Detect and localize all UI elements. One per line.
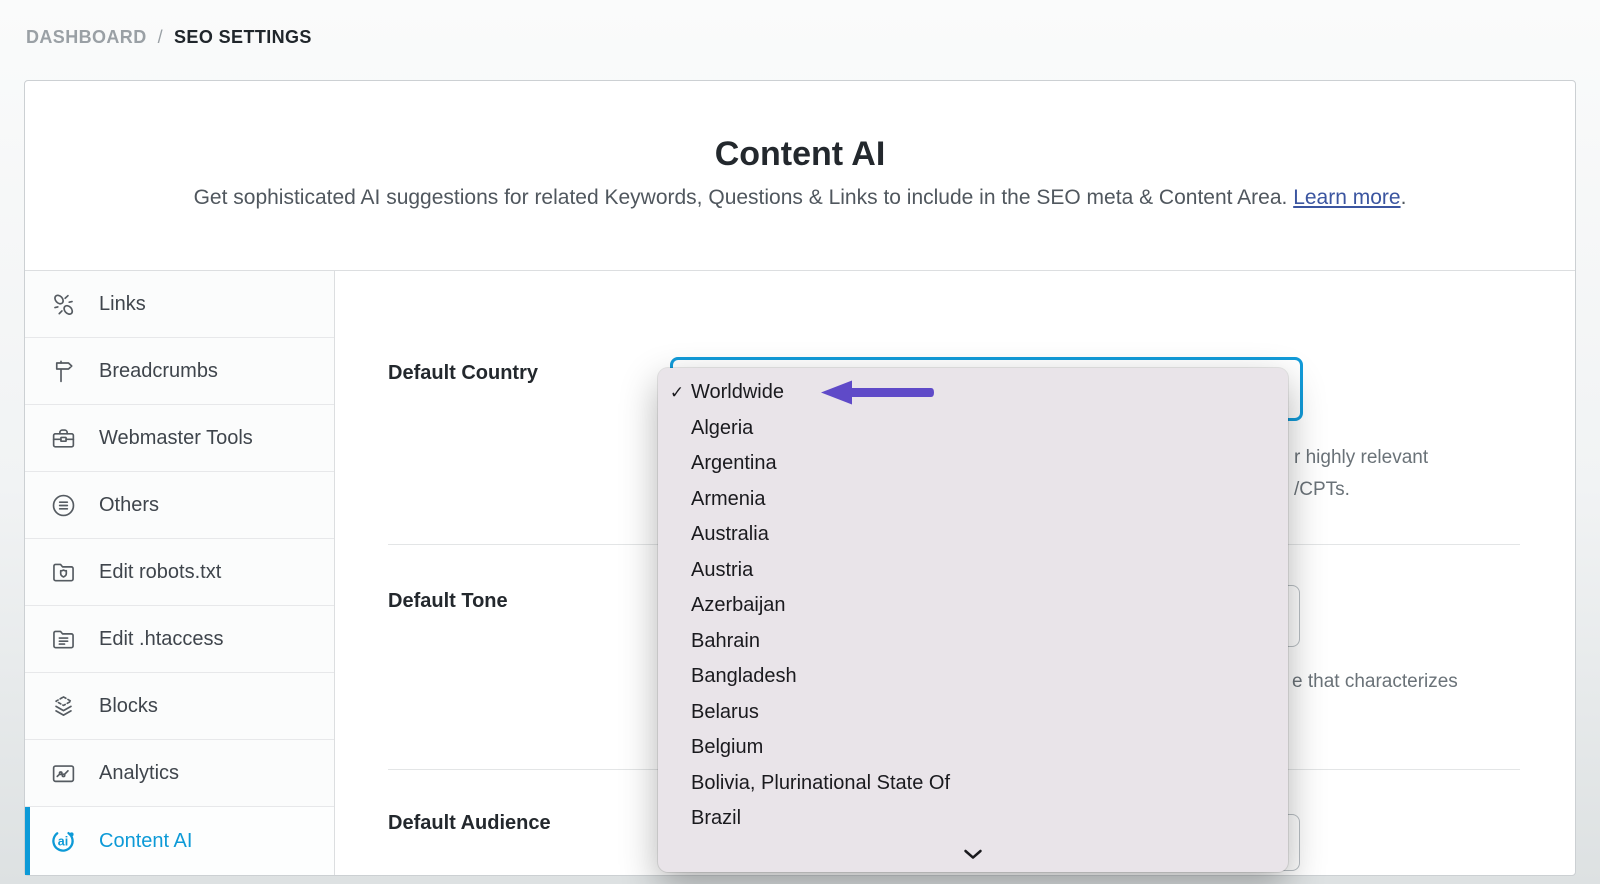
- sidebar-item-label: Others: [99, 493, 160, 516]
- tone-desc-fragment: e that characterizes: [1292, 671, 1458, 692]
- card-header: Content AI Get sophisticated AI suggesti…: [25, 81, 1575, 271]
- dropdown-option[interactable]: ✓Brazil: [658, 801, 1288, 837]
- subtitle-period: .: [1400, 186, 1407, 209]
- sidebar-item-edit-robots[interactable]: Edit robots.txt: [25, 539, 334, 606]
- sidebar-item-label: Content AI: [99, 829, 193, 852]
- chart-icon: [49, 759, 77, 787]
- dropdown-option[interactable]: ✓Azerbaijan: [658, 588, 1288, 624]
- sidebar-item-analytics[interactable]: Analytics: [25, 740, 334, 807]
- chevron-down-icon[interactable]: [658, 843, 1288, 865]
- page-title: Content AI: [714, 135, 886, 173]
- dropdown-option[interactable]: ✓Bahrain: [658, 624, 1288, 660]
- signpost-icon: [49, 357, 77, 385]
- default-audience-label: Default Audience: [388, 812, 551, 834]
- default-tone-label: Default Tone: [388, 590, 508, 612]
- page-subtitle: Get sophisticated AI suggestions for rel…: [25, 173, 1575, 210]
- sidebar-item-label: Blocks: [99, 694, 158, 717]
- dropdown-option[interactable]: ✓Austria: [658, 553, 1288, 589]
- country-desc-fragment-2: /CPTs.: [1294, 479, 1350, 500]
- sidebar-item-label: Edit robots.txt: [99, 560, 222, 583]
- folder-shield-icon: [49, 558, 77, 586]
- broken-link-icon: [49, 290, 77, 318]
- folder-lines-icon: [49, 625, 77, 653]
- sidebar-item-label: Links: [99, 292, 146, 315]
- sidebar-item-label: Analytics: [99, 761, 180, 784]
- sidebar-item-blocks[interactable]: Blocks: [25, 673, 334, 740]
- dropdown-option[interactable]: ✓Australia: [658, 517, 1288, 553]
- dropdown-option-worldwide[interactable]: ✓ Worldwide: [658, 375, 1288, 411]
- sidebar-item-links[interactable]: Links: [25, 271, 334, 338]
- dropdown-option[interactable]: ✓Belgium: [658, 730, 1288, 766]
- page-subtitle-text: Get sophisticated AI suggestions for rel…: [193, 186, 1288, 209]
- breadcrumb-dashboard-link[interactable]: DASHBOARD: [26, 27, 147, 47]
- dropdown-option[interactable]: ✓Bolivia, Plurinational State Of: [658, 766, 1288, 802]
- breadcrumb-current: SEO SETTINGS: [174, 27, 312, 47]
- settings-sidebar: Links Breadcrumbs Webmaster Tools Others…: [25, 271, 335, 875]
- dropdown-option[interactable]: ✓Algeria: [658, 411, 1288, 447]
- circle-list-icon: [49, 491, 77, 519]
- annotation-arrow-left-icon: [820, 379, 934, 406]
- dropdown-option[interactable]: ✓Bangladesh: [658, 659, 1288, 695]
- sidebar-item-breadcrumbs[interactable]: Breadcrumbs: [25, 338, 334, 405]
- sidebar-item-content-ai[interactable]: ai Content AI: [25, 807, 334, 875]
- dropdown-option[interactable]: ✓Armenia: [658, 482, 1288, 518]
- country-dropdown-menu: ✓ Worldwide ✓Algeria ✓Argentina ✓Armenia…: [658, 368, 1288, 872]
- checkmark-icon: ✓: [669, 382, 685, 402]
- default-country-label: Default Country: [388, 362, 538, 384]
- layers-icon: [49, 692, 77, 720]
- sidebar-item-edit-htaccess[interactable]: Edit .htaccess: [25, 606, 334, 673]
- toolbox-icon: [49, 424, 77, 452]
- sidebar-item-others[interactable]: Others: [25, 472, 334, 539]
- sidebar-item-webmaster-tools[interactable]: Webmaster Tools: [25, 405, 334, 472]
- breadcrumb-separator: /: [157, 27, 164, 47]
- svg-text:ai: ai: [58, 834, 68, 848]
- content-ai-icon: ai: [49, 827, 77, 855]
- sidebar-item-label: Edit .htaccess: [99, 627, 224, 650]
- breadcrumb: DASHBOARD / SEO SETTINGS: [26, 27, 312, 48]
- dropdown-option[interactable]: ✓Belarus: [658, 695, 1288, 731]
- sidebar-item-label: Breadcrumbs: [99, 359, 218, 382]
- dropdown-option[interactable]: ✓Argentina: [658, 446, 1288, 482]
- country-desc-fragment-1: r highly relevant: [1294, 447, 1429, 468]
- sidebar-item-label: Webmaster Tools: [99, 426, 253, 449]
- learn-more-link[interactable]: Learn more: [1293, 186, 1400, 209]
